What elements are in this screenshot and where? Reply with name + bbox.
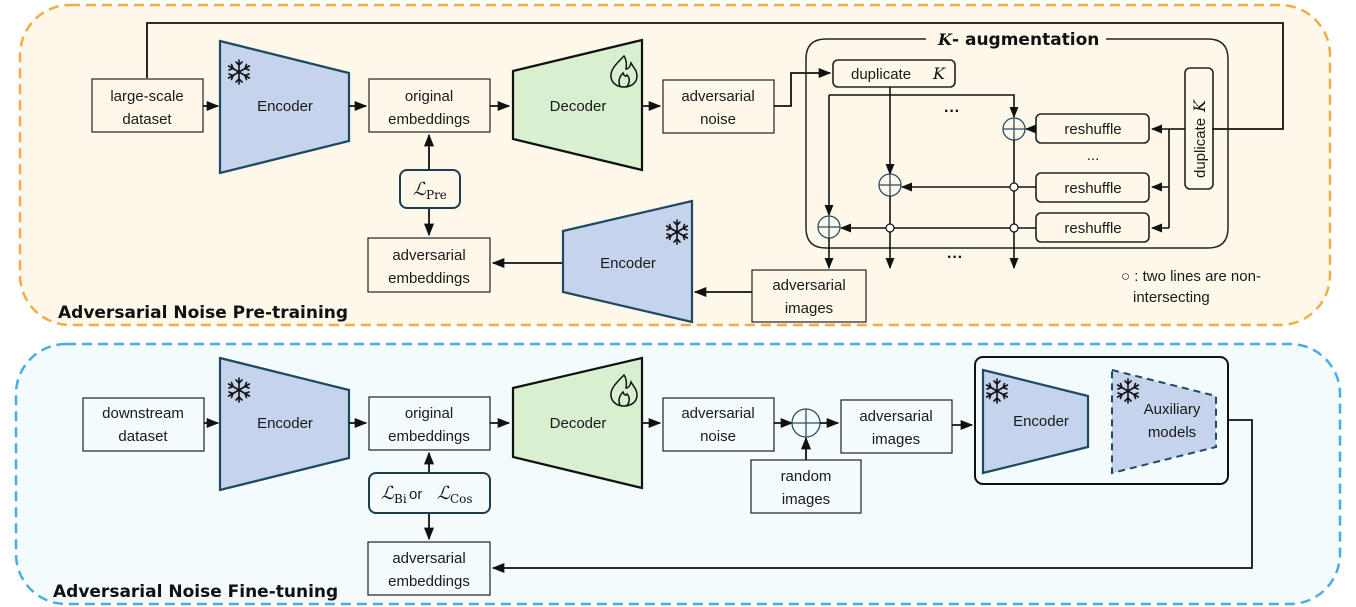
svg-text:embeddings: embeddings [388,270,470,287]
svg-text:K: K [1190,99,1209,113]
svg-text:adversarial: adversarial [392,247,465,264]
svg-text:Auxiliary: Auxiliary [1144,401,1201,418]
svg-text:adversarial: adversarial [681,405,754,422]
large-scale-dataset-box: large-scale dataset [91,78,204,133]
svg-text:embeddings: embeddings [388,428,470,445]
svg-text:models: models [1148,424,1196,441]
svg-text:···: ··· [947,249,963,266]
svg-text:noise: noise [700,428,736,445]
svg-text:Encoder: Encoder [600,255,656,272]
svg-text:original: original [405,88,453,105]
add-node [791,408,821,438]
svg-text:...: ... [1087,147,1100,164]
loss-pre-box: ℒ Pre [399,169,461,209]
svg-text:duplicate: duplicate [851,66,911,83]
finetune-adversarial-noise-box: adversarial noise [662,397,775,452]
svg-text:reshuffle: reshuffle [1064,121,1121,138]
svg-text:embeddings: embeddings [388,111,470,128]
svg-text:adversarial: adversarial [392,550,465,567]
finetune-adversarial-embeddings-box: adversarial embeddings [367,541,491,596]
svg-text:Cos: Cos [450,492,473,506]
svg-text:ℒ: ℒ [437,483,451,504]
dataset-label-line2: dataset [122,111,172,128]
svg-text:random: random [781,468,832,485]
svg-text:ℒ: ℒ [413,179,427,200]
svg-text:adversarial: adversarial [772,277,845,294]
svg-text:Bi: Bi [394,492,407,506]
original-embeddings-box: original embeddings [368,78,491,133]
svg-text:Pre: Pre [426,188,447,202]
dataset-label-line1: large-scale [110,88,183,105]
svg-text:reshuffle: reshuffle [1064,180,1121,197]
svg-text:- augmentation: - augmentation [952,30,1099,50]
finetune-title: Adversarial Noise Fine-tuning [53,582,338,602]
svg-text:adversarial: adversarial [681,88,754,105]
svg-text:reshuffle: reshuffle [1064,220,1121,237]
random-images-box: random images [750,459,862,514]
finetune-original-embeddings-box: original embeddings [368,396,491,451]
pretrain-title: Adversarial Noise Pre-training [58,303,348,323]
svg-text:embeddings: embeddings [388,573,470,590]
svg-text:ℒ: ℒ [381,483,395,504]
svg-text:Encoder: Encoder [257,415,313,432]
loss-bi-cos-box: ℒ Bi or ℒ Cos [368,472,491,514]
legend-line2: intersecting [1133,289,1210,306]
svg-text:noise: noise [700,111,736,128]
svg-text:or: or [409,486,422,503]
svg-text:images: images [785,300,833,317]
svg-text:Decoder: Decoder [550,415,607,432]
adversarial-noise-box: adversarial noise [662,79,775,134]
finetune-adversarial-images-box: adversarial images [840,399,953,454]
svg-text:images: images [782,491,830,508]
adversarial-embeddings-box: adversarial embeddings [367,237,491,293]
svg-text:K: K [932,64,946,83]
legend-line1: ○ : two lines are non- [1121,268,1261,285]
adversarial-images-box: adversarial images [751,269,867,323]
svg-text:images: images [872,431,920,448]
svg-text:Encoder: Encoder [1013,413,1069,430]
svg-text:duplicate: duplicate [1192,118,1209,178]
diagram-canvas: large-scale dataset Encoder original emb… [14,3,1342,606]
svg-text:dataset: dataset [118,428,168,445]
svg-text:K: K [937,30,953,49]
svg-text:adversarial: adversarial [859,408,932,425]
downstream-dataset-box: downstream dataset [82,397,205,452]
svg-text:···: ··· [944,103,960,120]
encoder-label: Encoder [257,98,313,115]
decoder-label: Decoder [550,98,607,115]
svg-text:downstream: downstream [102,405,184,422]
svg-text:original: original [405,405,453,422]
